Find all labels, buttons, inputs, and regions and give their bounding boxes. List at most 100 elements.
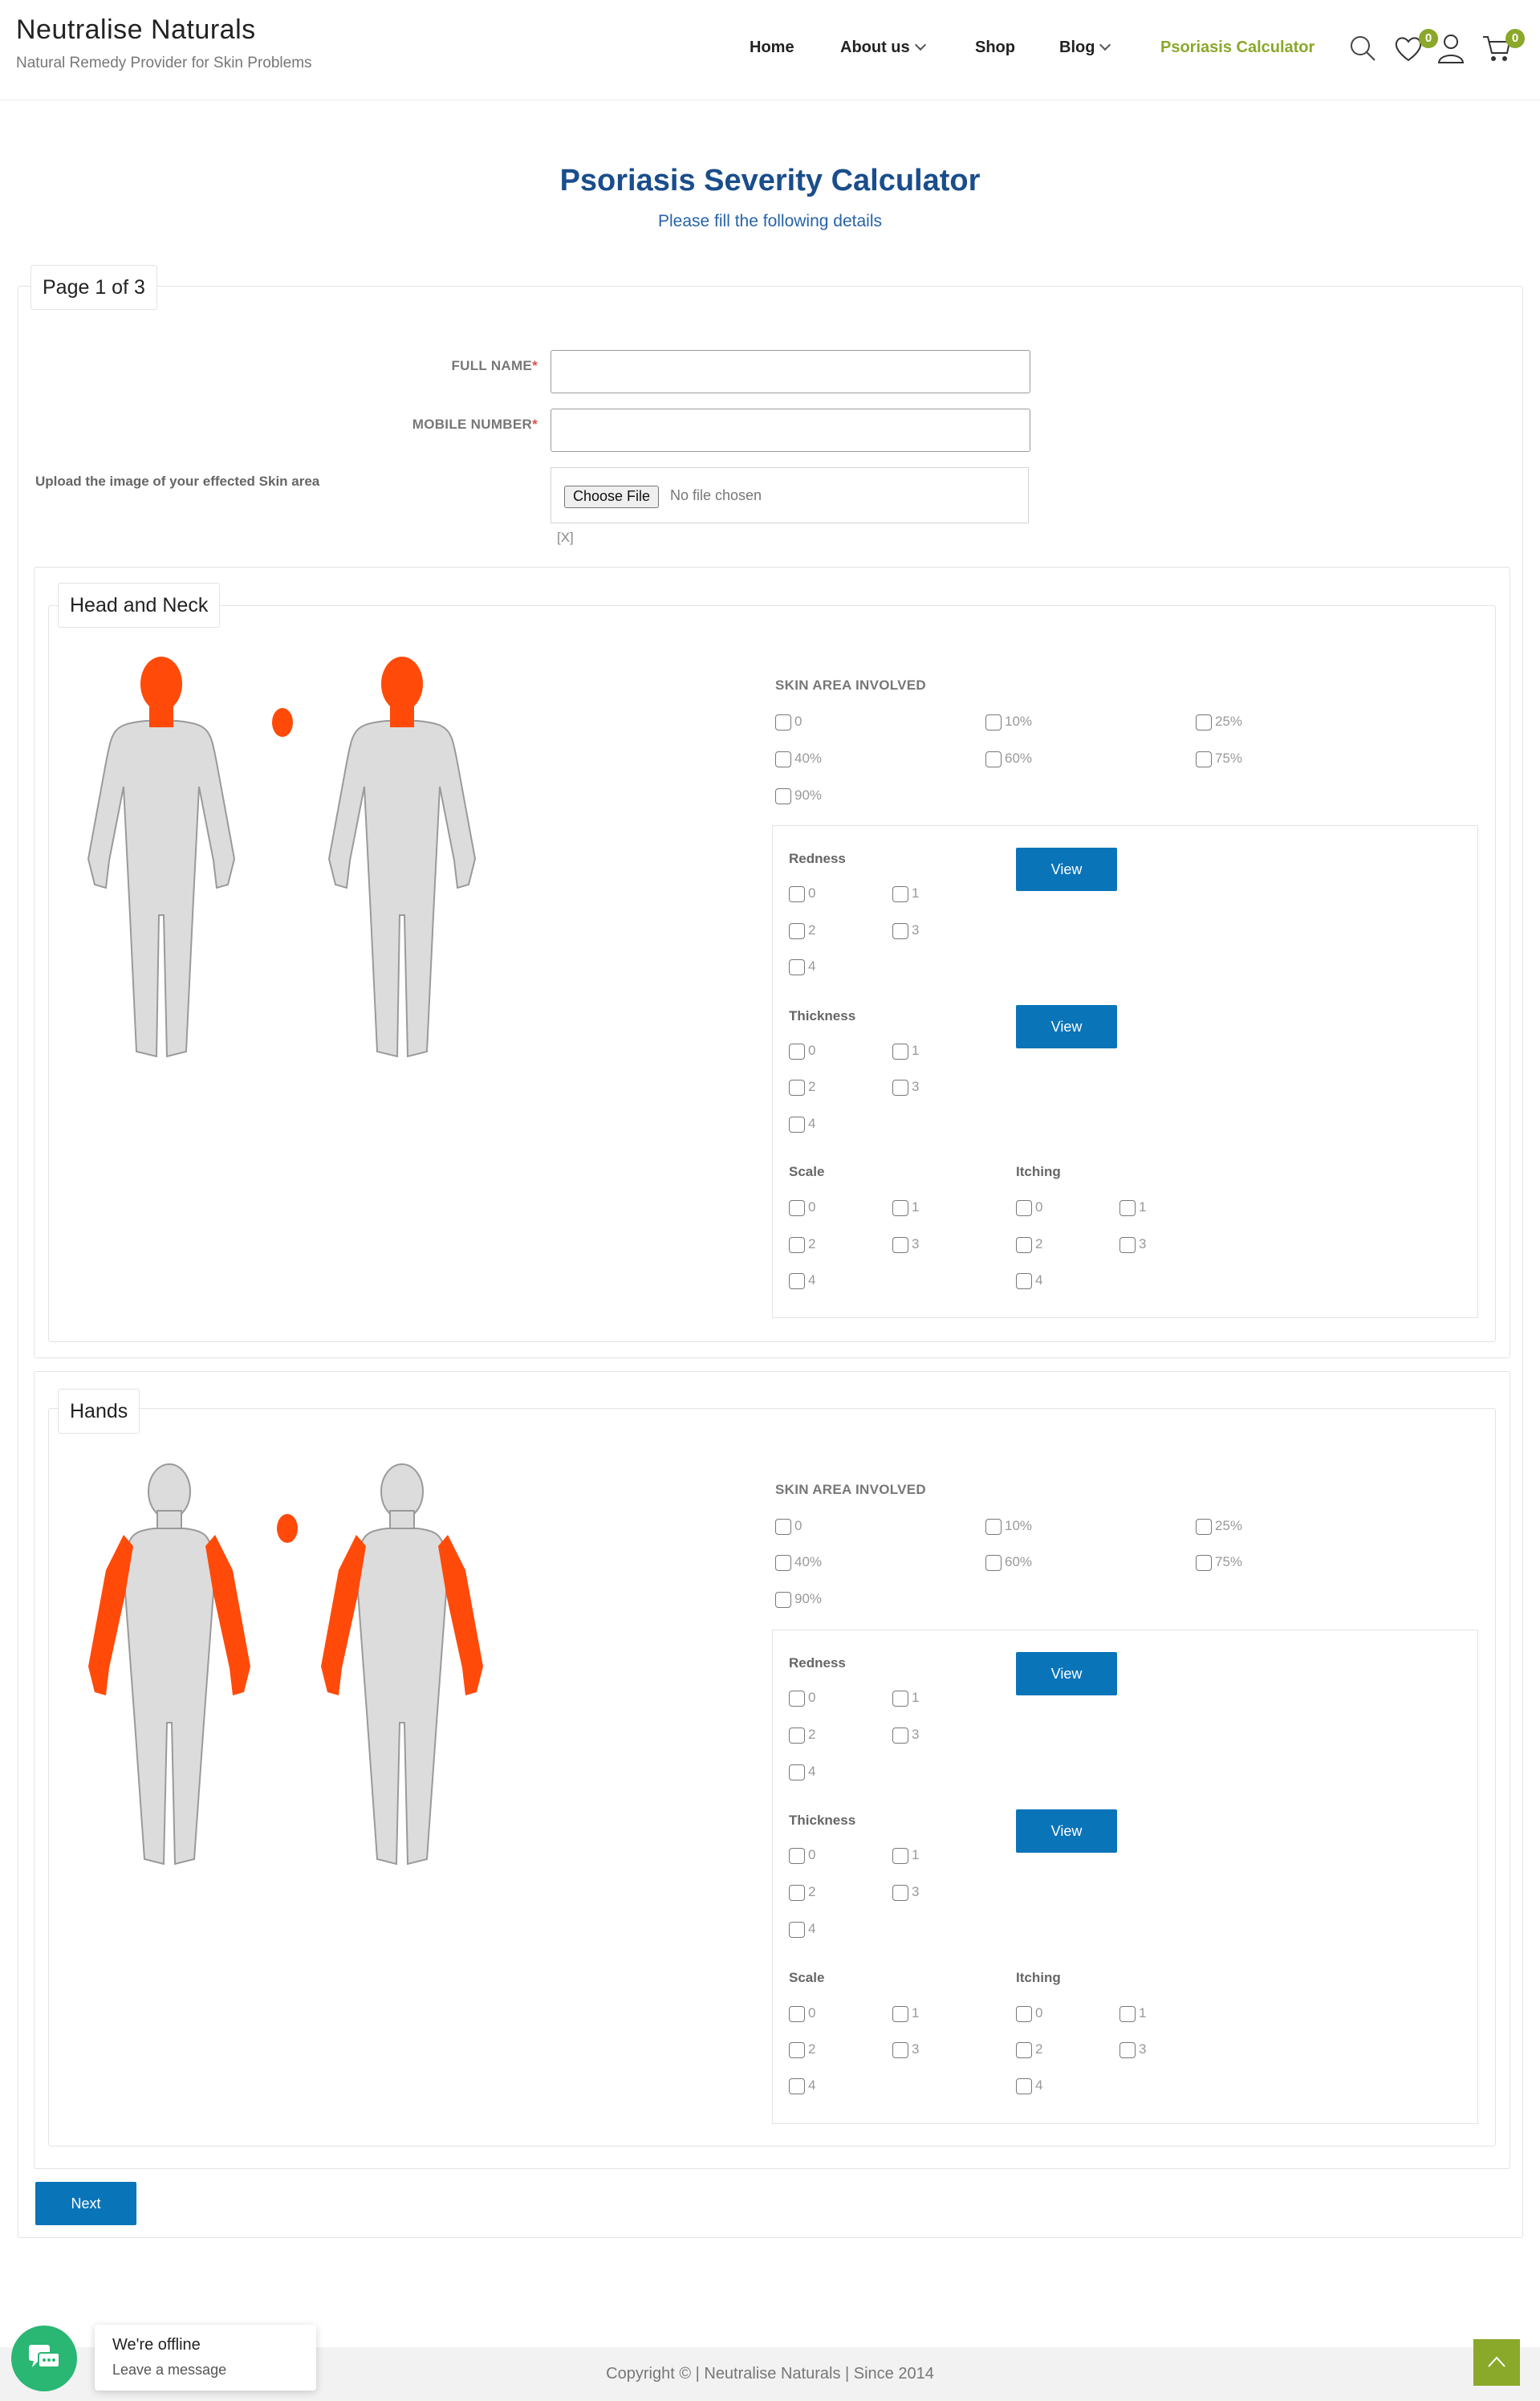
thickness-option[interactable]: 2 xyxy=(789,1883,815,1902)
scale-option[interactable]: 4 xyxy=(789,2077,815,2096)
itching-option[interactable]: 4 xyxy=(1016,1272,1042,1291)
checkbox[interactable] xyxy=(775,1518,791,1535)
checkbox[interactable] xyxy=(789,922,805,939)
checkbox[interactable] xyxy=(892,1236,908,1253)
checkbox[interactable] xyxy=(892,1199,908,1216)
redness-option[interactable]: 1 xyxy=(892,885,919,904)
redness-option[interactable]: 0 xyxy=(789,885,815,904)
checkbox[interactable] xyxy=(789,1236,805,1253)
checkbox[interactable] xyxy=(1016,1272,1032,1289)
thickness-option[interactable]: 3 xyxy=(892,1883,919,1902)
scale-option[interactable]: 2 xyxy=(789,2041,815,2060)
checkbox[interactable] xyxy=(892,922,908,939)
thickness-option[interactable]: 2 xyxy=(789,1078,815,1097)
search-icon[interactable] xyxy=(1348,34,1377,63)
itching-option[interactable]: 2 xyxy=(1016,1235,1042,1255)
checkbox[interactable] xyxy=(775,1591,791,1608)
itching-option[interactable]: 2 xyxy=(1016,2041,1042,2060)
skin-area-option[interactable]: 75% xyxy=(1196,1553,1242,1573)
checkbox[interactable] xyxy=(892,1690,908,1707)
itching-option[interactable]: 1 xyxy=(1119,2004,1146,2024)
thickness-option[interactable]: 0 xyxy=(789,1846,815,1866)
skin-area-option[interactable]: 10% xyxy=(985,1517,1032,1536)
thickness-view-button[interactable]: View xyxy=(1016,1005,1117,1048)
checkbox[interactable] xyxy=(892,1847,908,1864)
checkbox[interactable] xyxy=(892,1079,908,1096)
chat-bubble[interactable]: We're offline Leave a message xyxy=(95,2325,316,2391)
checkbox[interactable] xyxy=(775,714,791,730)
skin-area-option[interactable]: 90% xyxy=(775,787,822,806)
chat-launcher[interactable] xyxy=(11,2326,77,2391)
scale-option[interactable]: 3 xyxy=(892,1235,919,1255)
checkbox[interactable] xyxy=(789,1272,805,1289)
checkbox[interactable] xyxy=(985,1554,1002,1571)
skin-area-option[interactable]: 40% xyxy=(775,1553,822,1573)
skin-area-option[interactable]: 60% xyxy=(985,750,1032,769)
checkbox[interactable] xyxy=(1119,1236,1136,1253)
thickness-option[interactable]: 1 xyxy=(892,1846,919,1866)
checkbox[interactable] xyxy=(892,1727,908,1744)
redness-option[interactable]: 2 xyxy=(789,922,815,941)
checkbox[interactable] xyxy=(892,2005,908,2022)
clear-file-link[interactable]: [X] xyxy=(557,530,574,546)
checkbox[interactable] xyxy=(789,2077,805,2094)
next-button[interactable]: Next xyxy=(35,2182,136,2225)
scale-option[interactable]: 1 xyxy=(892,1198,919,1218)
checkbox[interactable] xyxy=(1119,1199,1136,1216)
checkbox[interactable] xyxy=(789,1764,805,1780)
nav-blog[interactable]: Blog xyxy=(1059,39,1111,57)
checkbox[interactable] xyxy=(985,714,1002,730)
skin-area-option[interactable]: 0 xyxy=(775,1517,802,1536)
itching-option[interactable]: 3 xyxy=(1119,2041,1146,2060)
checkbox[interactable] xyxy=(892,885,908,902)
checkbox[interactable] xyxy=(789,1079,805,1096)
nav-shop[interactable]: Shop xyxy=(975,39,1015,57)
thickness-view-button[interactable]: View xyxy=(1016,1809,1117,1853)
user-icon[interactable] xyxy=(1436,32,1465,64)
skin-area-option[interactable]: 25% xyxy=(1196,1517,1242,1536)
itching-option[interactable]: 3 xyxy=(1119,1235,1146,1255)
thickness-option[interactable]: 1 xyxy=(892,1042,919,1061)
nav-home[interactable]: Home xyxy=(750,39,794,57)
redness-option[interactable]: 3 xyxy=(892,1726,919,1745)
checkbox[interactable] xyxy=(789,1847,805,1864)
redness-option[interactable]: 4 xyxy=(789,958,815,977)
checkbox[interactable] xyxy=(892,1884,908,1901)
thickness-option[interactable]: 4 xyxy=(789,1115,815,1134)
brand-name[interactable]: Neutralise Naturals xyxy=(16,14,256,46)
thickness-option[interactable]: 0 xyxy=(789,1042,815,1061)
scale-option[interactable]: 2 xyxy=(789,1235,815,1255)
nav-about-us[interactable]: About us xyxy=(840,39,926,57)
skin-area-option[interactable]: 25% xyxy=(1196,713,1242,732)
checkbox[interactable] xyxy=(1016,2041,1032,2058)
checkbox[interactable] xyxy=(789,1116,805,1133)
redness-option[interactable]: 0 xyxy=(789,1689,815,1708)
checkbox[interactable] xyxy=(1196,714,1212,730)
redness-view-button[interactable]: View xyxy=(1016,848,1117,891)
redness-option[interactable]: 4 xyxy=(789,1763,815,1782)
checkbox[interactable] xyxy=(789,2041,805,2058)
scale-option[interactable]: 3 xyxy=(892,2041,919,2060)
checkbox[interactable] xyxy=(789,1043,805,1060)
checkbox[interactable] xyxy=(789,1690,805,1707)
mobile-number-input[interactable] xyxy=(551,409,1030,452)
skin-area-option[interactable]: 40% xyxy=(775,750,822,769)
checkbox[interactable] xyxy=(1196,1518,1212,1535)
checkbox[interactable] xyxy=(892,2041,908,2058)
scroll-to-top-button[interactable] xyxy=(1473,2339,1520,2386)
redness-view-button[interactable]: View xyxy=(1016,1652,1117,1695)
skin-area-option[interactable]: 0 xyxy=(775,713,802,732)
checkbox[interactable] xyxy=(1119,2005,1136,2022)
itching-option[interactable]: 1 xyxy=(1119,1198,1146,1218)
checkbox[interactable] xyxy=(789,1884,805,1901)
skin-area-option[interactable]: 90% xyxy=(775,1590,822,1609)
checkbox[interactable] xyxy=(789,1727,805,1744)
redness-option[interactable]: 3 xyxy=(892,922,919,941)
checkbox[interactable] xyxy=(985,751,1002,767)
checkbox[interactable] xyxy=(985,1518,1002,1535)
checkbox[interactable] xyxy=(892,1043,908,1060)
scale-option[interactable]: 1 xyxy=(892,2004,919,2024)
thickness-option[interactable]: 4 xyxy=(789,1920,815,1939)
checkbox[interactable] xyxy=(1016,1199,1032,1216)
checkbox[interactable] xyxy=(789,2005,805,2022)
